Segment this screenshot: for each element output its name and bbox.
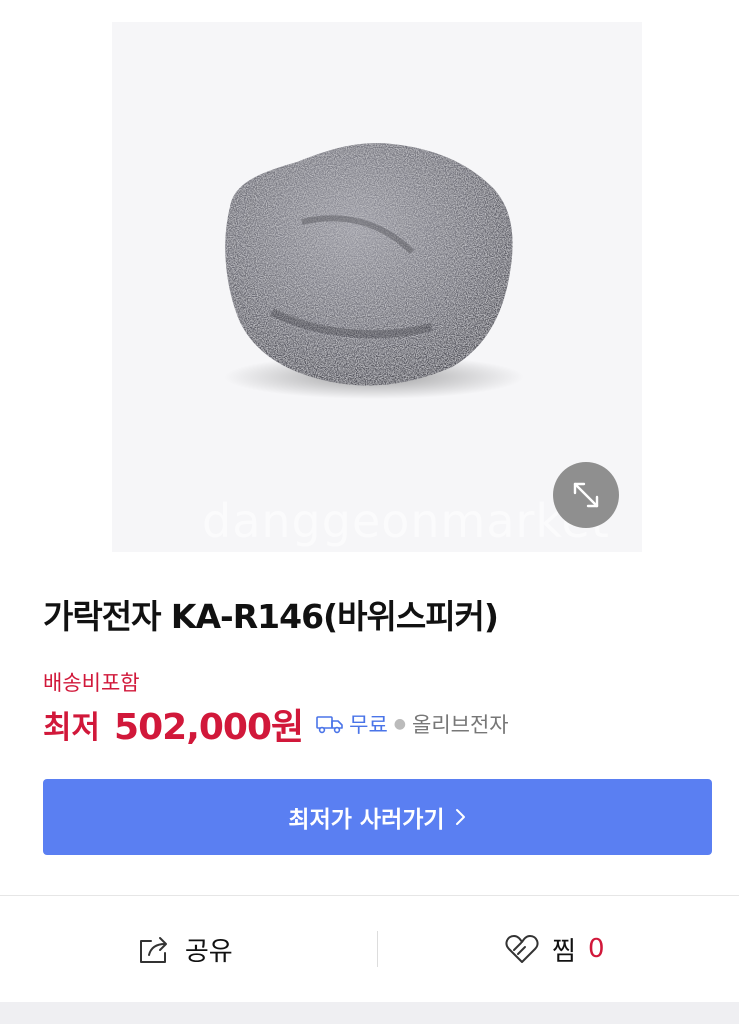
- expand-icon: [573, 482, 599, 508]
- price-prefix: 최저: [43, 709, 101, 746]
- wishlist-label: 찜: [552, 936, 576, 967]
- watermark: danggeonmarket: [202, 494, 610, 548]
- chevron-right-icon: [455, 809, 465, 825]
- share-button[interactable]: 공유: [0, 931, 370, 968]
- wishlist-count: 0: [587, 934, 605, 964]
- share-label: 공유: [184, 936, 233, 967]
- price-row: 최저 502,000원 무료 ● 올리브전자: [43, 700, 509, 748]
- delivery-info: 무료 ● 올리브전자: [315, 709, 509, 739]
- product-image-area[interactable]: danggeonmarket: [112, 22, 642, 552]
- shipping-note: 배송비포함: [43, 671, 140, 695]
- lowest-price-buy-button[interactable]: 최저가 사러가기: [43, 779, 712, 855]
- heart-icon: [505, 935, 539, 963]
- wishlist-button[interactable]: 찜 0: [370, 931, 739, 968]
- bottom-spacer: [0, 1002, 739, 1024]
- action-separator: [377, 931, 378, 967]
- buy-button-label: 최저가 사러가기: [288, 807, 445, 833]
- share-icon: [139, 937, 167, 963]
- product-title: 가락전자 KA-R146(바위스피커): [43, 597, 499, 636]
- expand-button[interactable]: [553, 462, 619, 528]
- delivery-label: 무료: [349, 713, 388, 737]
- seller-name[interactable]: 올리브전자: [412, 709, 509, 739]
- separator-dot: ●: [393, 716, 406, 732]
- truck-icon: [316, 716, 343, 734]
- action-bar: 공유 찜 0: [0, 896, 739, 1002]
- price-value: 502,000원: [114, 707, 304, 748]
